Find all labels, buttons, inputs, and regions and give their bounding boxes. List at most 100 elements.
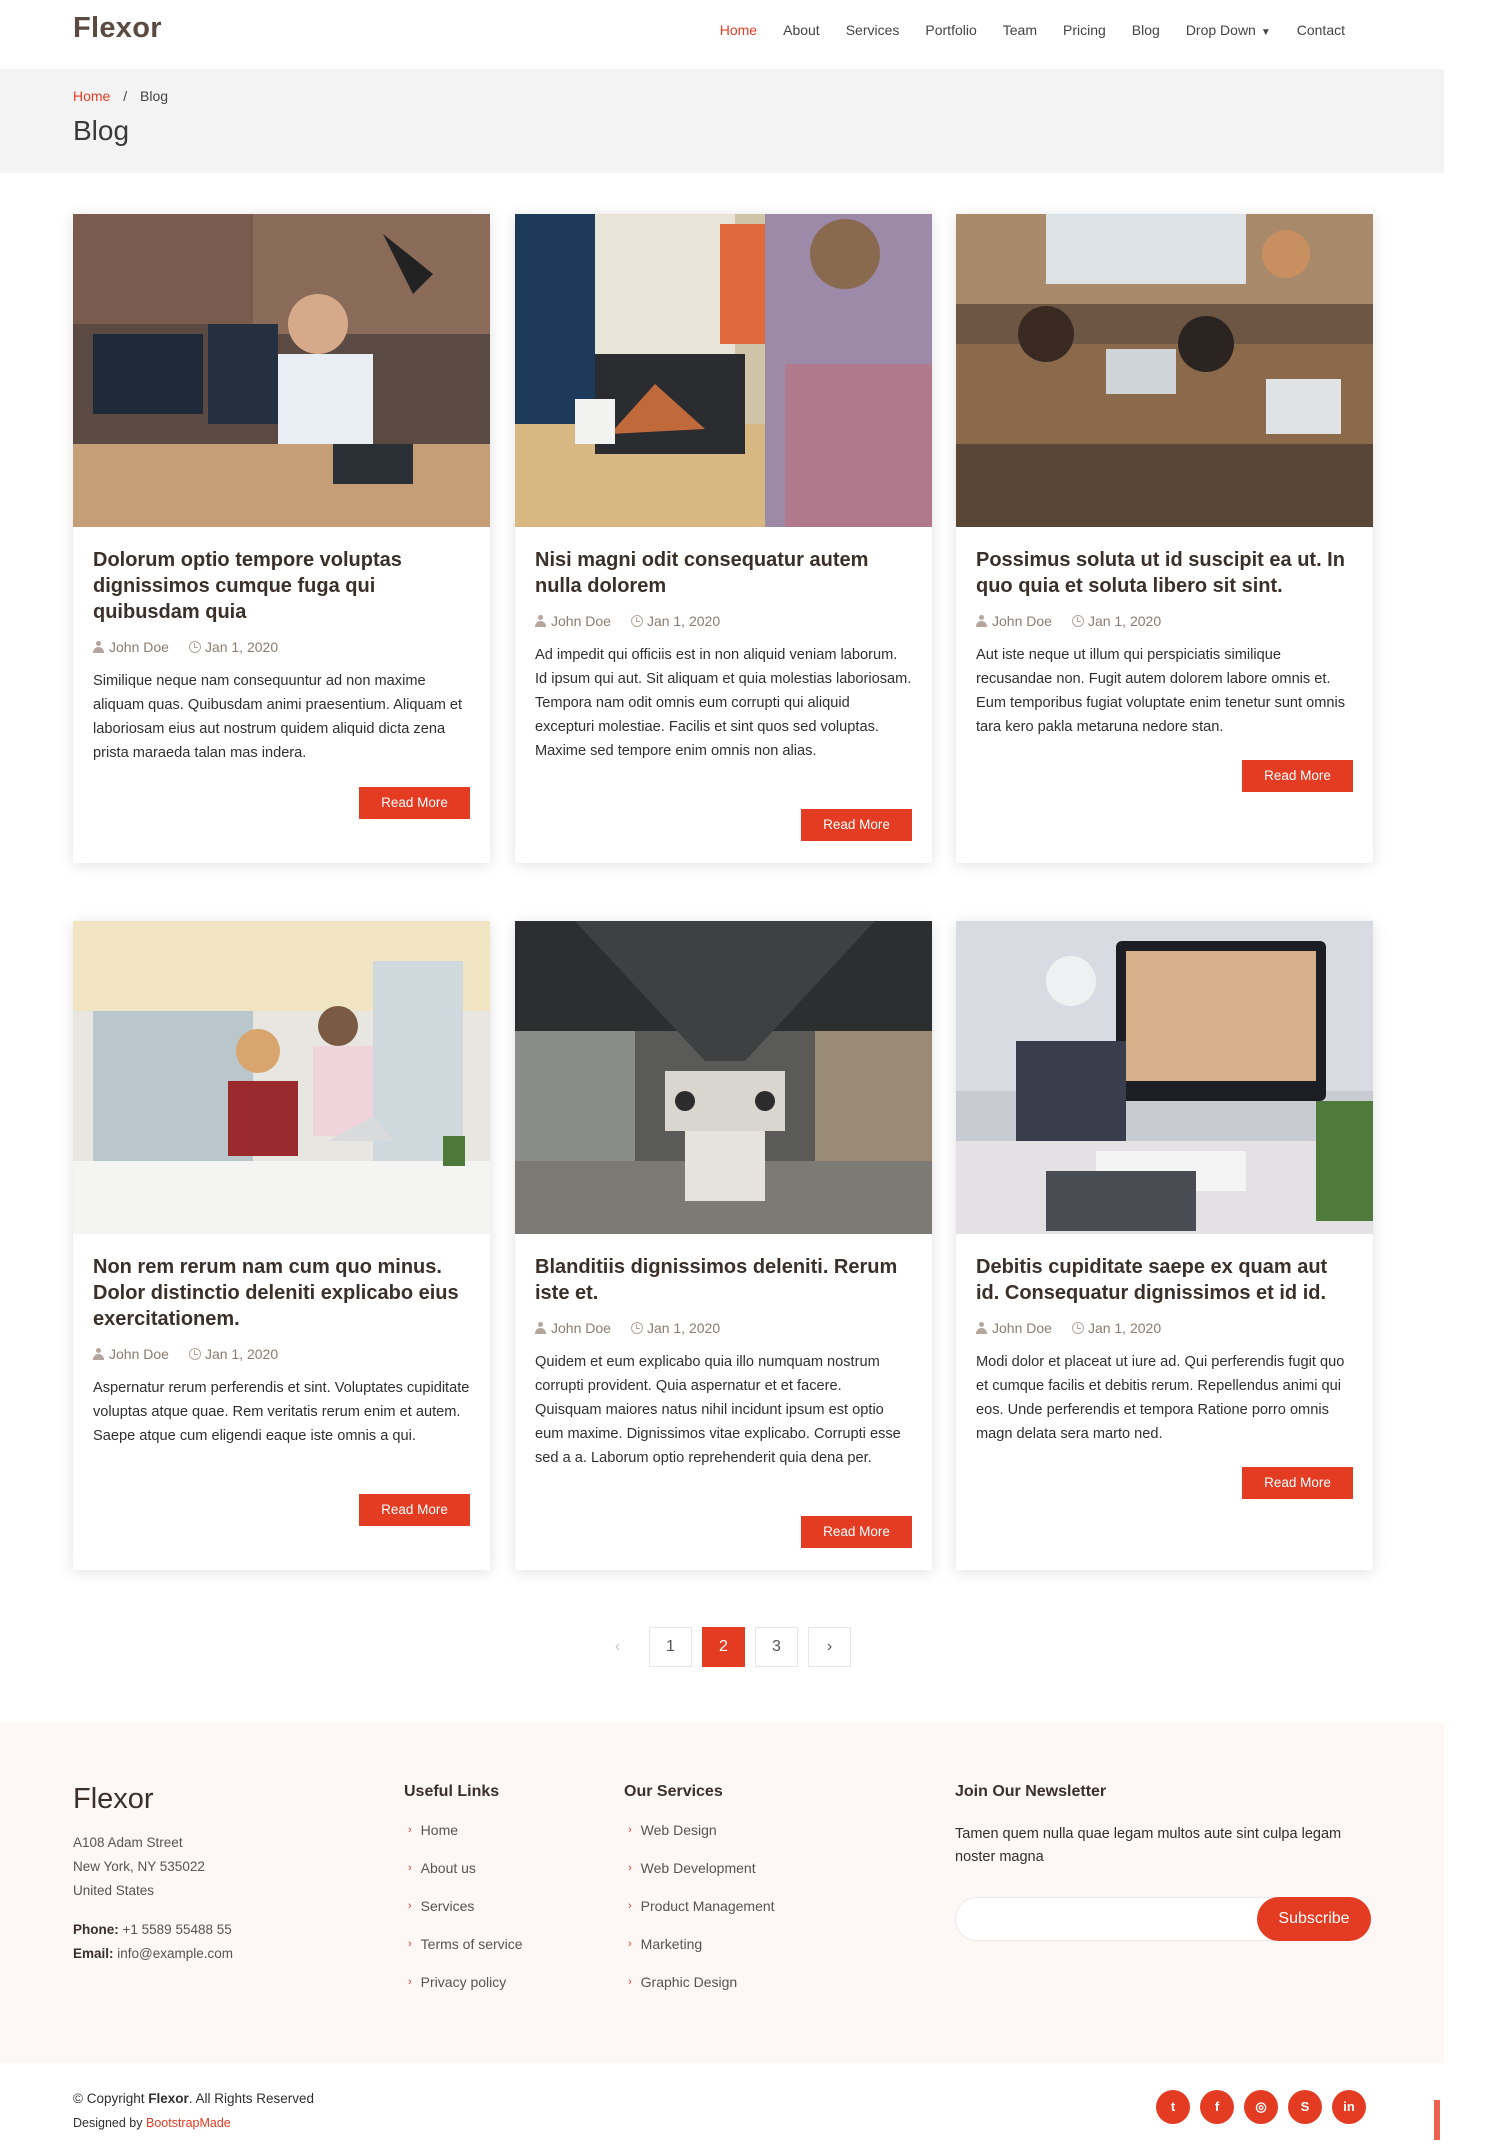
- post-author-name: John Doe: [109, 1346, 169, 1362]
- post-meta: John Doe Jan 1, 2020: [93, 1346, 470, 1362]
- post-author-name: John Doe: [992, 613, 1052, 629]
- phone-value: +1 5589 55488 55: [122, 1922, 232, 1937]
- pagination-page-3[interactable]: 3: [755, 1627, 798, 1667]
- post-date[interactable]: Jan 1, 2020: [1071, 613, 1161, 629]
- post-date[interactable]: Jan 1, 2020: [188, 1346, 278, 1362]
- post-image[interactable]: [956, 921, 1373, 1234]
- pagination-next[interactable]: ›: [808, 1627, 851, 1667]
- pagination-page-2[interactable]: 2: [702, 1627, 745, 1667]
- post-image[interactable]: [956, 214, 1373, 527]
- post-date[interactable]: Jan 1, 2020: [630, 1320, 721, 1336]
- post-excerpt: Quidem et eum explicabo quia illo numqua…: [535, 1354, 901, 1466]
- nav-pricing[interactable]: Pricing: [1050, 22, 1119, 38]
- newsletter-email-input[interactable]: [968, 1906, 1248, 1934]
- footer-link[interactable]: › Marketing: [628, 1936, 775, 1974]
- post-image[interactable]: [515, 921, 932, 1234]
- post-author[interactable]: John Doe: [93, 1346, 169, 1362]
- blog-card: Debitis cupiditate saepe ex quam aut id.…: [956, 921, 1373, 1570]
- footer-link[interactable]: › Home: [408, 1822, 523, 1860]
- footer-link-label: Web Design: [640, 1822, 717, 1838]
- post-excerpt: Ad impedit qui officiis est in non aliqu…: [535, 647, 912, 759]
- site-logo[interactable]: Flexor: [73, 12, 162, 45]
- read-more-button[interactable]: Read More: [1242, 760, 1353, 792]
- pagination-prev[interactable]: ‹: [596, 1627, 639, 1667]
- read-more-button[interactable]: Read More: [801, 809, 912, 841]
- post-excerpt: Modi dolor et placeat ut iure ad. Qui pe…: [976, 1354, 1345, 1442]
- post-date-text: Jan 1, 2020: [646, 1320, 721, 1336]
- post-meta: John Doe Jan 1, 2020: [976, 1320, 1353, 1336]
- post-image[interactable]: [73, 214, 490, 527]
- post-title[interactable]: Dolorum optio tempore voluptas dignissim…: [93, 547, 470, 625]
- person-icon: [976, 1322, 988, 1334]
- site-header: Flexor Home About Services Portfolio Tea…: [0, 0, 1444, 69]
- post-author[interactable]: John Doe: [535, 613, 611, 629]
- nav-portfolio[interactable]: Portfolio: [912, 22, 989, 38]
- post-date[interactable]: Jan 1, 2020: [630, 613, 721, 629]
- nav-dropdown[interactable]: Drop Down ▼: [1173, 22, 1284, 38]
- footer-link[interactable]: › Terms of service: [408, 1936, 523, 1974]
- linkedin-icon[interactable]: in: [1332, 2090, 1366, 2124]
- read-more-button[interactable]: Read More: [1242, 1467, 1353, 1499]
- nav-blog[interactable]: Blog: [1119, 22, 1173, 38]
- nav-home[interactable]: Home: [707, 22, 770, 38]
- read-more-button[interactable]: Read More: [359, 787, 470, 819]
- instagram-icon[interactable]: ◎: [1244, 2090, 1278, 2124]
- twitter-icon[interactable]: t: [1156, 2090, 1190, 2124]
- post-title[interactable]: Debitis cupiditate saepe ex quam aut id.…: [976, 1254, 1353, 1306]
- footer-link-label: Graphic Design: [640, 1974, 738, 1990]
- post-meta: John Doe Jan 1, 2020: [93, 639, 470, 655]
- main-nav: Home About Services Portfolio Team Prici…: [707, 22, 1358, 38]
- footer-link[interactable]: › Services: [408, 1898, 523, 1936]
- footer-link[interactable]: › Web Development: [628, 1860, 775, 1898]
- email-label: Email:: [73, 1946, 114, 1961]
- post-title[interactable]: Possimus soluta ut id suscipit ea ut. In…: [976, 547, 1353, 599]
- footer-link-label: Marketing: [640, 1936, 703, 1952]
- post-title[interactable]: Blanditiis dignissimos deleniti. Rerum i…: [535, 1254, 912, 1306]
- post-author[interactable]: John Doe: [93, 639, 169, 655]
- nav-services[interactable]: Services: [833, 22, 913, 38]
- post-meta: John Doe Jan 1, 2020: [976, 613, 1353, 629]
- pagination-page-1[interactable]: 1: [649, 1627, 692, 1667]
- footer-link[interactable]: › Web Design: [628, 1822, 775, 1860]
- read-more-button[interactable]: Read More: [801, 1516, 912, 1548]
- post-author[interactable]: John Doe: [976, 613, 1052, 629]
- footer-link[interactable]: › Product Management: [628, 1898, 775, 1936]
- nav-team[interactable]: Team: [990, 22, 1050, 38]
- post-image[interactable]: [515, 214, 932, 527]
- breadcrumb-current: Blog: [140, 88, 169, 104]
- post-title[interactable]: Nisi magni odit consequatur autem nulla …: [535, 547, 912, 599]
- credits-link[interactable]: BootstrapMade: [146, 2116, 231, 2130]
- post-date[interactable]: Jan 1, 2020: [188, 639, 278, 655]
- post-date-text: Jan 1, 2020: [646, 613, 721, 629]
- post-date[interactable]: Jan 1, 2020: [1071, 1320, 1161, 1336]
- person-icon: [93, 1348, 105, 1360]
- credits-label: Designed by: [73, 2116, 143, 2130]
- facebook-icon[interactable]: f: [1200, 2090, 1234, 2124]
- clock-icon: [1071, 1322, 1084, 1334]
- footer-link[interactable]: › About us: [408, 1860, 523, 1898]
- subscribe-button[interactable]: Subscribe: [1257, 1897, 1371, 1941]
- footer-link[interactable]: › Graphic Design: [628, 1974, 775, 2012]
- chevron-right-icon: ›: [408, 1938, 412, 1950]
- post-title[interactable]: Non rem rerum nam cum quo minus. Dolor d…: [93, 1254, 470, 1332]
- post-image[interactable]: [73, 921, 490, 1234]
- page-title: Blog: [73, 115, 130, 146]
- post-author[interactable]: John Doe: [976, 1320, 1052, 1336]
- footer-link-label: Privacy policy: [420, 1974, 507, 1990]
- breadcrumb-home-link[interactable]: Home: [73, 88, 110, 104]
- post-author[interactable]: John Doe: [535, 1320, 611, 1336]
- chevron-right-icon: ›: [408, 1862, 412, 1874]
- footer-link-label: Product Management: [640, 1898, 775, 1914]
- chevron-right-icon: ›: [408, 1976, 412, 1988]
- post-author-name: John Doe: [109, 639, 169, 655]
- chevron-right-icon: ›: [628, 1938, 632, 1950]
- read-more-button[interactable]: Read More: [359, 1494, 470, 1526]
- footer-link[interactable]: › Privacy policy: [408, 1974, 523, 2012]
- skype-icon[interactable]: S: [1288, 2090, 1322, 2124]
- nav-about[interactable]: About: [770, 22, 833, 38]
- credits: Designed by BootstrapMade: [73, 2116, 231, 2130]
- newsletter-form: Subscribe: [955, 1897, 1371, 1941]
- nav-contact[interactable]: Contact: [1284, 22, 1358, 38]
- back-to-top-button[interactable]: [1434, 2100, 1440, 2140]
- footer-link-label: Home: [420, 1822, 459, 1838]
